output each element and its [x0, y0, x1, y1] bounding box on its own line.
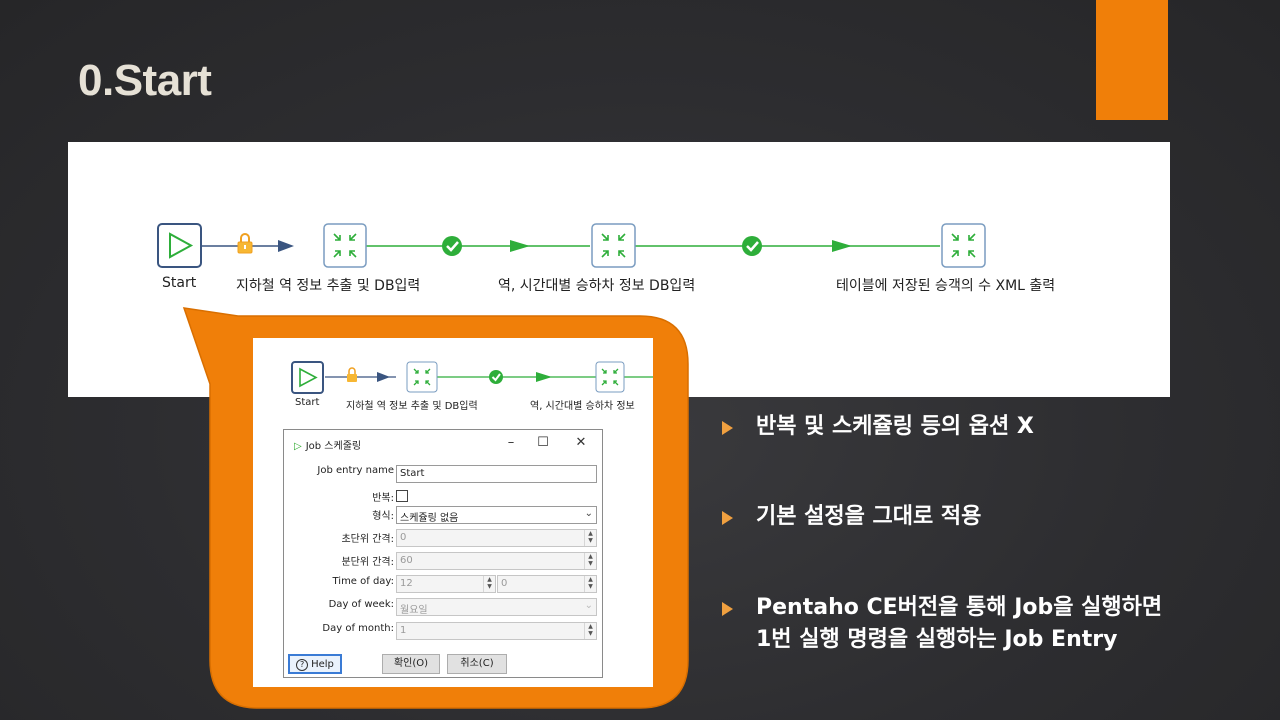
transformation-node[interactable]: [406, 361, 438, 393]
maximize-icon[interactable]: ☐: [530, 434, 556, 452]
day-of-week-label: Day of week:: [328, 599, 394, 610]
spinner-arrows-icon[interactable]: ▲ ▼: [584, 553, 596, 569]
lock-icon: [347, 367, 357, 382]
type-label: 형식:: [372, 511, 394, 522]
time-of-day-hour-spinner[interactable]: 12 ▲ ▼: [396, 575, 496, 593]
job-entry-name-label: Job entry name: [317, 465, 394, 476]
cancel-button[interactable]: 취소(C): [447, 654, 507, 674]
spinner-arrows-icon[interactable]: ▲ ▼: [483, 576, 495, 592]
spinner-arrows-icon[interactable]: ▲ ▼: [584, 623, 596, 639]
help-button-label: Help: [311, 659, 334, 670]
dialog-screenshot-inset: Start 지하철 역 정보 추출 및 DB입력 역, 시간대별 승하차 정보 …: [253, 338, 653, 687]
seconds-interval-label: 초단위 간격:: [341, 534, 394, 545]
job-entry-name-input[interactable]: Start: [396, 465, 597, 483]
seconds-interval-spinner[interactable]: 0 ▲ ▼: [396, 529, 597, 547]
inset-step-label-hourly-info: 역, 시간대별 승하차 정보: [530, 401, 635, 412]
dialog-title: Job 스케줄링: [305, 441, 362, 452]
close-icon[interactable]: ✕: [568, 434, 594, 452]
start-play-icon: ▷: [294, 441, 302, 452]
day-of-month-spinner[interactable]: 1 ▲ ▼: [396, 622, 597, 640]
help-icon: ?: [296, 659, 309, 671]
seconds-interval-value: 0: [400, 532, 407, 543]
bullet-text: 기본 설정을 그대로 적용: [756, 504, 982, 529]
bullet-text: 반복 및 스케쥴링 등의 옵션 X: [756, 414, 1034, 439]
inset-step-label-start: Start: [295, 397, 320, 408]
start-node[interactable]: [291, 361, 324, 394]
minimize-icon[interactable]: –: [498, 434, 524, 452]
bullet-text-line2: 1번 실행 명령을 실행하는 Job Entry: [756, 627, 1118, 652]
bullet-text: Pentaho CE버전을 통해 Job을 실행하면: [756, 595, 1163, 620]
bullet-arrow-icon: [722, 511, 733, 525]
spinner-arrows-icon[interactable]: ▲ ▼: [584, 530, 596, 546]
time-of-day-label: Time of day:: [332, 576, 394, 587]
minutes-interval-label: 분단위 간격:: [341, 557, 394, 568]
transformation-node[interactable]: [595, 361, 625, 393]
day-of-month-value: 1: [400, 625, 407, 636]
type-select-value: 스케쥴링 없음: [400, 513, 459, 524]
day-of-month-label: Day of month:: [322, 623, 394, 634]
bullet-arrow-icon: [722, 602, 733, 616]
bullet-arrow-icon: [722, 421, 733, 435]
dialog-title-bar: ▷ Job 스케줄링 – ☐ ✕: [284, 430, 602, 456]
time-of-day-hour-value: 12: [400, 578, 413, 589]
repeat-label: 반복:: [372, 493, 394, 504]
time-of-day-minute-value: 0: [501, 578, 508, 589]
chevron-down-icon: ⌄: [584, 600, 593, 611]
day-of-week-select[interactable]: 월요일 ⌄: [396, 598, 597, 616]
inset-step-label-station-info: 지하철 역 정보 추출 및 DB입력: [346, 401, 478, 412]
type-select[interactable]: 스케쥴링 없음 ⌄: [396, 506, 597, 524]
help-button[interactable]: ? Help: [288, 654, 342, 674]
chevron-down-icon: ⌄: [584, 508, 593, 519]
day-of-week-value: 월요일: [400, 605, 428, 616]
repeat-checkbox[interactable]: [396, 490, 408, 502]
minutes-interval-spinner[interactable]: 60 ▲ ▼: [396, 552, 597, 570]
spinner-arrows-icon[interactable]: ▲ ▼: [584, 576, 596, 592]
job-scheduling-dialog: ▷ Job 스케줄링 – ☐ ✕ Job entry name Start 반복:…: [283, 429, 603, 678]
minutes-interval-value: 60: [400, 555, 413, 566]
ok-button[interactable]: 확인(O): [382, 654, 440, 674]
success-check-icon: [489, 370, 503, 384]
time-of-day-minute-spinner[interactable]: 0 ▲ ▼: [497, 575, 597, 593]
